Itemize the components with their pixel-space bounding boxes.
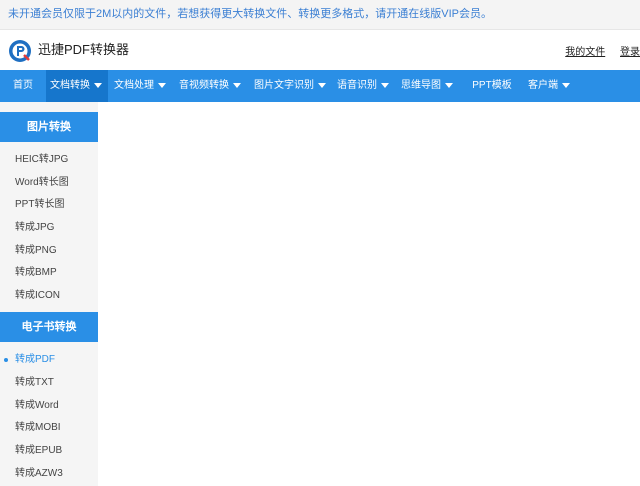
- main-nav: 首页 文档转换 文档处理 音视频转换 图片文字识别 语音识别 思维导图 PPT模…: [0, 70, 640, 102]
- nav-av-convert[interactable]: 音视频转换: [175, 70, 247, 102]
- sidebar-item-to-mobi[interactable]: 转成MOBI: [15, 421, 61, 435]
- sidebar-item-to-bmp[interactable]: 转成BMP: [15, 266, 57, 280]
- nav-label: 文档处理: [114, 80, 154, 91]
- section-title: 图片转换: [27, 121, 71, 133]
- sidebar-item-to-jpg[interactable]: 转成JPG: [15, 221, 54, 235]
- vip-notice-text: 未开通会员仅限于2M以内的文件，若想获得更大转换文件、转换更多格式，请开通在线版…: [8, 8, 493, 20]
- nav-speech-recognition[interactable]: 语音识别: [333, 70, 395, 102]
- sidebar-item-heic-to-jpg[interactable]: HEIC转JPG: [15, 153, 68, 167]
- nav-document-process[interactable]: 文档处理: [110, 70, 174, 102]
- header: 迅捷PDF转换器 我的文件 登录: [0, 30, 640, 70]
- chevron-down-icon: [381, 82, 389, 88]
- nav-document-convert[interactable]: 文档转换: [46, 70, 108, 102]
- chevron-down-icon: [318, 82, 326, 88]
- sidebar-item-to-word[interactable]: 转成Word: [15, 399, 59, 413]
- nav-label: 图片文字识别: [254, 80, 314, 91]
- nav-label: 首页: [13, 80, 33, 91]
- vip-notice-bar: 未开通会员仅限于2M以内的文件，若想获得更大转换文件、转换更多格式，请开通在线版…: [0, 0, 640, 30]
- login-link[interactable]: 登录: [620, 47, 640, 58]
- header-links: 我的文件 登录: [553, 43, 640, 58]
- sidebar-section-image-convert: 图片转换: [0, 112, 98, 142]
- chevron-down-icon: [94, 82, 102, 88]
- nav-mind-map[interactable]: 思维导图: [397, 70, 459, 102]
- nav-image-ocr[interactable]: 图片文字识别: [250, 70, 330, 102]
- sidebar-item-to-epub[interactable]: 转成EPUB: [15, 444, 62, 458]
- nav-home[interactable]: 首页: [0, 70, 46, 102]
- nav-label: 音视频转换: [179, 80, 229, 91]
- chevron-down-icon: [562, 82, 570, 88]
- app-logo-icon[interactable]: [8, 39, 32, 63]
- sidebar-item-to-txt[interactable]: 转成TXT: [15, 376, 54, 390]
- chevron-down-icon: [445, 82, 453, 88]
- chevron-down-icon: [158, 82, 166, 88]
- sidebar: 图片转换 HEIC转JPG Word转长图 PPT转长图 转成JPG 转成PNG…: [0, 102, 98, 486]
- nav-label: PPT模板: [472, 80, 512, 91]
- nav-label: 思维导图: [401, 80, 441, 91]
- sidebar-item-to-icon[interactable]: 转成ICON: [15, 289, 60, 303]
- active-bullet-icon: [4, 358, 8, 362]
- my-files-link[interactable]: 我的文件: [565, 47, 605, 58]
- nav-label: 语音识别: [337, 80, 377, 91]
- chevron-down-icon: [233, 82, 241, 88]
- nav-client[interactable]: 客户端: [524, 70, 578, 102]
- brand-title: 迅捷PDF转换器: [38, 42, 130, 57]
- nav-label: 文档转换: [50, 80, 90, 91]
- sidebar-item-to-png[interactable]: 转成PNG: [15, 244, 57, 258]
- sidebar-item-to-azw3[interactable]: 转成AZW3: [15, 467, 63, 481]
- nav-label: 客户端: [528, 80, 558, 91]
- main-content: [98, 102, 640, 486]
- sidebar-item-word-to-long-image[interactable]: Word转长图: [15, 176, 69, 190]
- section-title: 电子书转换: [21, 321, 77, 333]
- sidebar-item-ppt-to-long-image[interactable]: PPT转长图: [15, 198, 64, 212]
- sidebar-section-ebook-convert: 电子书转换: [0, 312, 98, 342]
- sidebar-item-to-pdf[interactable]: 转成PDF: [15, 353, 55, 367]
- nav-ppt-templates[interactable]: PPT模板: [467, 70, 517, 102]
